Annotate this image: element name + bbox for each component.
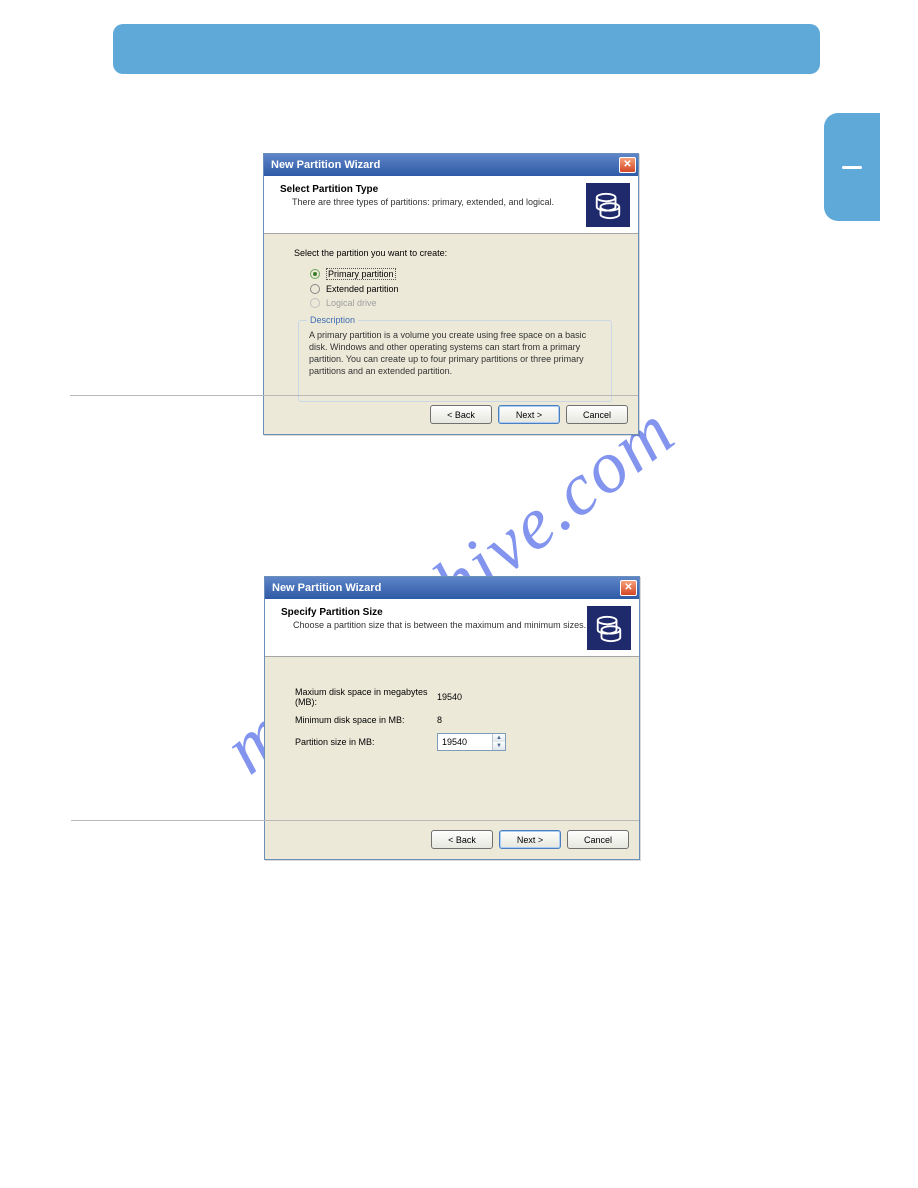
- radio-extended-partition[interactable]: Extended partition: [294, 282, 616, 296]
- dialog-banner: Specify Partition Size Choose a partitio…: [265, 599, 639, 657]
- banner-title: Select Partition Type: [280, 184, 554, 195]
- radio-primary-partition[interactable]: Primary partition: [294, 266, 616, 282]
- next-button[interactable]: Next >: [498, 405, 560, 424]
- max-space-row: Maxium disk space in megabytes (MB): 195…: [295, 687, 617, 707]
- close-icon: ✕: [624, 583, 632, 593]
- titlebar[interactable]: New Partition Wizard ✕: [265, 577, 639, 599]
- banner-subtitle: There are three types of partitions: pri…: [280, 197, 554, 207]
- titlebar[interactable]: New Partition Wizard ✕: [264, 154, 638, 176]
- button-row: < Back Next > Cancel: [431, 830, 629, 849]
- radio-icon: [310, 269, 320, 279]
- prompt-text: Select the partition you want to create:: [294, 248, 616, 258]
- radio-label: Logical drive: [326, 298, 377, 308]
- partition-size-label: Partition size in MB:: [295, 737, 437, 747]
- spinner-down-button[interactable]: ▼: [493, 742, 505, 750]
- dialog-banner: Select Partition Type There are three ty…: [264, 176, 638, 234]
- partition-type-dialog: New Partition Wizard ✕ Select Partition …: [263, 153, 639, 435]
- max-space-value: 19540: [437, 692, 462, 702]
- dialog-title: New Partition Wizard: [271, 159, 380, 171]
- radio-label: Extended partition: [326, 284, 399, 294]
- back-button[interactable]: < Back: [431, 830, 493, 849]
- banner-title: Specify Partition Size: [281, 607, 586, 618]
- spinner-up-button[interactable]: ▲: [493, 734, 505, 742]
- wizard-disk-icon: [586, 183, 630, 227]
- dialog-body: Select the partition you want to create:…: [264, 234, 638, 402]
- description-fieldset: Description A primary partition is a vol…: [298, 320, 612, 402]
- min-space-value: 8: [437, 715, 442, 725]
- radio-icon: [310, 298, 320, 308]
- wizard-disk-icon: [587, 606, 631, 650]
- radio-label: Primary partition: [326, 268, 396, 280]
- next-button[interactable]: Next >: [499, 830, 561, 849]
- min-space-row: Minimum disk space in MB: 8: [295, 715, 617, 725]
- page-header-bar: [113, 24, 820, 74]
- tab-dash-icon: [842, 166, 862, 169]
- banner-subtitle: Choose a partition size that is between …: [281, 620, 586, 630]
- dialog-body: Maxium disk space in megabytes (MB): 195…: [265, 657, 639, 751]
- max-space-label: Maxium disk space in megabytes (MB):: [295, 687, 437, 707]
- fieldset-legend: Description: [307, 315, 358, 325]
- min-space-label: Minimum disk space in MB:: [295, 715, 437, 725]
- close-icon: ✕: [623, 160, 631, 170]
- description-text: A primary partition is a volume you crea…: [309, 329, 601, 378]
- close-button[interactable]: ✕: [619, 157, 636, 173]
- partition-size-spinner[interactable]: ▲ ▼: [437, 733, 506, 751]
- partition-size-dialog: New Partition Wizard ✕ Specify Partition…: [264, 576, 640, 860]
- radio-logical-drive: Logical drive: [294, 296, 616, 310]
- cancel-button[interactable]: Cancel: [567, 830, 629, 849]
- partition-size-row: Partition size in MB: ▲ ▼: [295, 733, 617, 751]
- radio-icon: [310, 284, 320, 294]
- close-button[interactable]: ✕: [620, 580, 637, 596]
- back-button[interactable]: < Back: [430, 405, 492, 424]
- cancel-button[interactable]: Cancel: [566, 405, 628, 424]
- page-side-tab: [824, 113, 880, 221]
- partition-size-input[interactable]: [438, 737, 492, 747]
- button-row: < Back Next > Cancel: [430, 405, 628, 424]
- dialog-title: New Partition Wizard: [272, 582, 381, 594]
